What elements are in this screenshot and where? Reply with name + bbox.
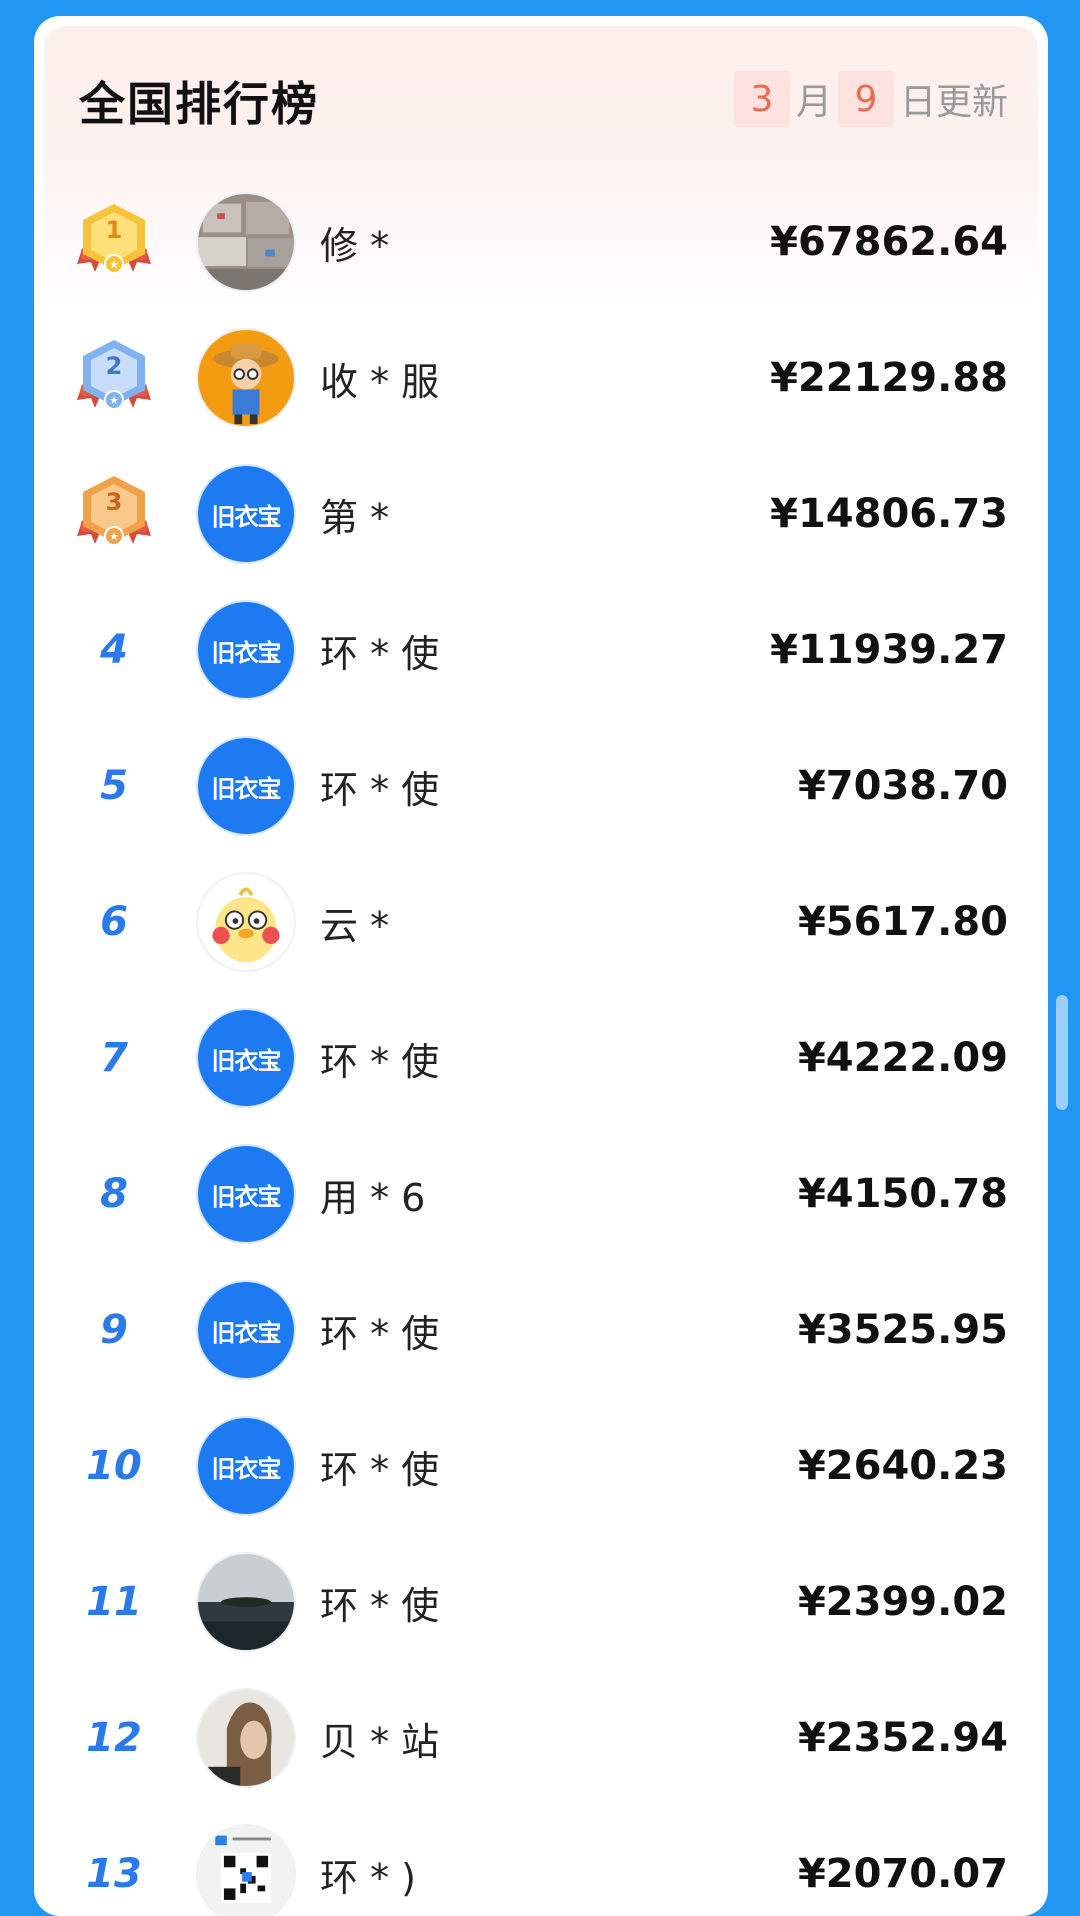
- ranking-list: ★ 1 修 * ¥67862.64 ★ 2 收 * 服 ¥22129.88 ★ …: [34, 174, 1048, 1916]
- user-name: 环 * 使: [320, 631, 440, 676]
- month-label: 月: [795, 82, 832, 123]
- avatar[interactable]: [196, 872, 296, 972]
- rank-indicator: 11: [74, 1552, 154, 1652]
- ranking-row[interactable]: ★ 2 收 * 服 ¥22129.88: [34, 310, 1048, 446]
- rank-indicator: 7: [74, 1008, 154, 1108]
- leaderboard-card: 全国排行榜 3 月 9 日更新 ★ 1 修 * ¥67862.64 ★ 2 收 …: [34, 16, 1048, 1916]
- update-month: 3: [733, 71, 790, 127]
- rank-number: 8: [100, 1171, 128, 1217]
- amount-value: ¥2352.94: [797, 1715, 1008, 1761]
- ranking-row[interactable]: 4 旧衣宝 环 * 使 ¥11939.27: [34, 582, 1048, 718]
- rank-number: 13: [86, 1851, 142, 1897]
- rank-indicator: 8: [74, 1144, 154, 1244]
- rank-number: 5: [100, 763, 128, 809]
- avatar[interactable]: 旧衣宝: [196, 1008, 296, 1108]
- user-name: 环 * 使: [320, 1311, 440, 1356]
- user-name: 第 *: [320, 495, 390, 540]
- avatar[interactable]: 旧衣宝: [196, 1280, 296, 1380]
- avatar[interactable]: [196, 1688, 296, 1788]
- user-name: 环 * 使: [320, 1583, 440, 1628]
- ranking-row[interactable]: 11 环 * 使 ¥2399.02: [34, 1534, 1048, 1670]
- avatar[interactable]: 旧衣宝: [196, 736, 296, 836]
- amount-value: ¥22129.88: [770, 355, 1008, 401]
- amount-value: ¥4222.09: [797, 1035, 1008, 1081]
- svg-text:★: ★: [109, 394, 119, 407]
- amount-value: ¥2070.07: [797, 1851, 1008, 1897]
- user-name: 环 * 使: [320, 1039, 440, 1084]
- user-name: 用 * 6: [320, 1175, 426, 1220]
- brand-logo-text: 旧衣宝: [211, 1182, 282, 1211]
- ranking-row[interactable]: 9 旧衣宝 环 * 使 ¥3525.95: [34, 1262, 1048, 1398]
- rank-number: 2: [105, 352, 123, 380]
- bronze-medal-icon: ★ 3: [74, 464, 154, 564]
- brand-logo-text: 旧衣宝: [211, 502, 282, 531]
- amount-value: ¥2640.23: [797, 1443, 1008, 1489]
- rank-indicator: 9: [74, 1280, 154, 1380]
- rank-number: 11: [86, 1579, 142, 1625]
- rank-number: 4: [100, 627, 128, 673]
- user-name: 收 * 服: [320, 359, 440, 404]
- scrollbar[interactable]: [1056, 995, 1068, 1110]
- ranking-row[interactable]: ★ 3 旧衣宝 第 * ¥14806.73: [34, 446, 1048, 582]
- ranking-row[interactable]: 8 旧衣宝 用 * 6 ¥4150.78: [34, 1126, 1048, 1262]
- rank-number: 3: [105, 488, 123, 516]
- brand-logo-text: 旧衣宝: [211, 1046, 282, 1075]
- update-date: 3 月 9 日更新: [733, 71, 1008, 127]
- amount-value: ¥67862.64: [770, 219, 1008, 265]
- avatar[interactable]: [196, 1552, 296, 1652]
- silver-medal-icon: ★ 2: [74, 328, 154, 428]
- avatar[interactable]: 旧衣宝: [196, 1416, 296, 1516]
- amount-value: ¥4150.78: [797, 1171, 1008, 1217]
- amount-value: ¥5617.80: [797, 899, 1008, 945]
- avatar[interactable]: 旧衣宝: [196, 1144, 296, 1244]
- user-name: 贝 * 站: [320, 1719, 440, 1764]
- ranking-row[interactable]: 6 云 * ¥5617.80: [34, 854, 1048, 990]
- rank-number: 10: [86, 1443, 142, 1489]
- amount-value: ¥14806.73: [770, 491, 1008, 537]
- amount-value: ¥7038.70: [797, 763, 1008, 809]
- user-name: 环 * ): [320, 1855, 416, 1900]
- rank-number: 7: [100, 1035, 128, 1081]
- brand-logo-text: 旧衣宝: [211, 1454, 282, 1483]
- rank-number: 9: [100, 1307, 128, 1353]
- brand-logo-text: 旧衣宝: [211, 1318, 282, 1347]
- avatar[interactable]: [196, 328, 296, 428]
- user-name: 修 *: [320, 223, 390, 268]
- ranking-row[interactable]: 7 旧衣宝 环 * 使 ¥4222.09: [34, 990, 1048, 1126]
- rank-indicator: 5: [74, 736, 154, 836]
- svg-text:★: ★: [109, 530, 119, 543]
- user-name: 环 * 使: [320, 767, 440, 812]
- update-day: 9: [837, 71, 894, 127]
- amount-value: ¥11939.27: [770, 627, 1008, 673]
- avatar[interactable]: 旧衣宝: [196, 464, 296, 564]
- rank-indicator: 10: [74, 1416, 154, 1516]
- amount-value: ¥2399.02: [797, 1579, 1008, 1625]
- svg-text:★: ★: [109, 258, 119, 271]
- ranking-row[interactable]: 5 旧衣宝 环 * 使 ¥7038.70: [34, 718, 1048, 854]
- ranking-row[interactable]: 10 旧衣宝 环 * 使 ¥2640.23: [34, 1398, 1048, 1534]
- rank-indicator: 6: [74, 872, 154, 972]
- ranking-row[interactable]: 12 贝 * 站 ¥2352.94: [34, 1670, 1048, 1806]
- avatar[interactable]: 旧衣宝: [196, 600, 296, 700]
- rank-number: 1: [105, 216, 123, 244]
- rank-number: 12: [86, 1715, 142, 1761]
- rank-number: 6: [100, 899, 128, 945]
- rank-indicator: 13: [74, 1824, 154, 1916]
- user-name: 环 * 使: [320, 1447, 440, 1492]
- avatar[interactable]: [196, 1824, 296, 1916]
- page-title: 全国排行榜: [79, 77, 319, 131]
- brand-logo-text: 旧衣宝: [211, 774, 282, 803]
- gold-medal-icon: ★ 1: [74, 192, 154, 292]
- ranking-row[interactable]: ★ 1 修 * ¥67862.64: [34, 174, 1048, 310]
- rank-indicator: 12: [74, 1688, 154, 1788]
- user-name: 云 *: [320, 903, 390, 948]
- amount-value: ¥3525.95: [797, 1307, 1008, 1353]
- rank-indicator: 4: [74, 600, 154, 700]
- avatar[interactable]: [196, 192, 296, 292]
- ranking-row[interactable]: 13 环 * ) ¥2070.07: [34, 1806, 1048, 1916]
- day-label: 日更新: [899, 82, 1008, 123]
- brand-logo-text: 旧衣宝: [211, 638, 282, 667]
